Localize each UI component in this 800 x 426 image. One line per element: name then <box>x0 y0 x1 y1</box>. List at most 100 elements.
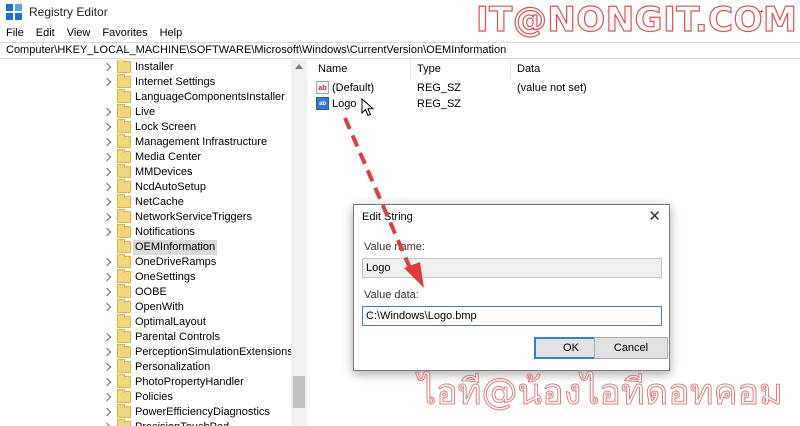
tree-item[interactable]: OOBE <box>0 284 290 300</box>
chevron-right-icon[interactable] <box>102 167 112 177</box>
tree-item[interactable]: NetCache <box>0 194 290 210</box>
value-name-label: Value name: <box>364 241 425 253</box>
chevron-right-icon[interactable] <box>102 257 112 267</box>
tree-item[interactable]: PerceptionSimulationExtensions <box>0 344 293 360</box>
chevron-right-icon[interactable] <box>102 107 112 117</box>
tree-item-label: Media Center <box>135 151 202 163</box>
menu-edit[interactable]: Edit <box>36 27 55 39</box>
tree-item[interactable]: Notifications <box>0 224 290 240</box>
watermark-bottom: ไอที@น้องไอทีดอทคอม <box>418 372 784 414</box>
tree-item[interactable]: Lock Screen <box>0 119 290 135</box>
folder-icon <box>117 314 131 328</box>
folder-icon <box>117 194 131 208</box>
column-divider[interactable] <box>510 60 511 79</box>
tree-item-label: Management Infrastructure <box>135 136 268 148</box>
folder-icon <box>117 224 131 238</box>
value-type: REG_SZ <box>417 98 462 110</box>
edit-string-dialog: Edit String ✕ Value name: Logo Value dat… <box>353 204 670 371</box>
value-row[interactable]: ab (Default) REG_SZ (value not set) <box>310 80 800 96</box>
chevron-right-icon[interactable] <box>102 347 112 357</box>
string-value-icon: ab <box>316 97 329 110</box>
tree-item[interactable]: OpenWith <box>0 299 290 315</box>
tree-item[interactable]: Media Center <box>0 149 290 165</box>
chevron-right-icon[interactable] <box>102 122 112 132</box>
menu-file[interactable]: File <box>6 27 24 39</box>
chevron-right-icon[interactable] <box>102 362 112 372</box>
tree-item[interactable]: PhotoPropertyHandler <box>0 374 290 390</box>
column-data[interactable]: Data <box>517 63 540 75</box>
chevron-right-icon[interactable] <box>102 62 112 72</box>
chevron-right-icon[interactable] <box>102 182 112 192</box>
tree-item-label: OpenWith <box>135 301 184 313</box>
folder-icon <box>117 209 131 223</box>
folder-icon <box>117 269 131 283</box>
menu-help[interactable]: Help <box>160 27 183 39</box>
tree-item[interactable]: Personalization <box>0 359 290 375</box>
folder-icon <box>117 284 131 298</box>
chevron-right-icon[interactable] <box>102 302 112 312</box>
column-divider[interactable] <box>410 60 411 79</box>
tree-item[interactable]: OptimalLayout <box>0 314 290 330</box>
chevron-right-icon[interactable] <box>102 407 112 417</box>
chevron-right-icon[interactable] <box>102 137 112 147</box>
tree-item[interactable]: Policies <box>0 389 290 405</box>
menu-view[interactable]: View <box>67 27 91 39</box>
scroll-up-icon[interactable] <box>295 64 303 69</box>
tree-item-label: NcdAutoSetup <box>135 181 206 193</box>
chevron-right-icon[interactable] <box>102 332 112 342</box>
registry-tree: Installer Internet Settings LanguageCompon… <box>0 60 307 426</box>
tree-item-label: Lock Screen <box>135 121 197 133</box>
tree-item[interactable]: OEMInformation <box>0 239 290 255</box>
tree-item-label: PowerEfficiencyDiagnostics <box>135 406 270 418</box>
tree-item-label: OneDriveRamps <box>135 256 217 268</box>
value-data: (value not set) <box>517 82 587 94</box>
chevron-right-icon[interactable] <box>102 77 112 87</box>
tree-item[interactable]: NcdAutoSetup <box>0 179 290 195</box>
address-bar[interactable]: Computer\HKEY_LOCAL_MACHINE\SOFTWARE\Mic… <box>0 42 800 59</box>
tree-item[interactable]: MMDevices <box>0 164 290 180</box>
value-data-field[interactable]: C:\Windows\Logo.bmp <box>362 306 662 326</box>
tree-item[interactable]: OneDriveRamps <box>0 254 290 270</box>
tree-item[interactable]: Internet Settings <box>0 74 290 90</box>
column-type[interactable]: Type <box>417 63 441 75</box>
chevron-right-icon[interactable] <box>102 272 112 282</box>
chevron-right-icon[interactable] <box>102 227 112 237</box>
folder-icon <box>117 374 131 388</box>
folder-icon <box>117 60 131 73</box>
chevron-right-icon[interactable] <box>102 212 112 222</box>
tree-item-label: PrecisionTouchPad <box>133 420 231 426</box>
window-title: Registry Editor <box>29 5 108 19</box>
chevron-right-icon[interactable] <box>102 287 112 297</box>
tree-item[interactable]: PrecisionTouchPad <box>0 419 290 426</box>
folder-icon <box>117 119 131 133</box>
tree-item[interactable]: Installer <box>0 60 290 75</box>
mouse-cursor-icon <box>361 98 375 117</box>
tree-item-label: OptimalLayout <box>135 316 206 328</box>
folder-icon <box>117 89 131 103</box>
chevron-right-icon[interactable] <box>102 197 112 207</box>
tree-scrollbar[interactable] <box>291 60 307 426</box>
tree-item-label: Internet Settings <box>135 76 216 88</box>
folder-icon <box>117 329 131 343</box>
chevron-right-icon[interactable] <box>102 392 112 402</box>
scroll-thumb[interactable] <box>293 376 305 408</box>
close-icon[interactable]: ✕ <box>648 207 661 225</box>
tree-item[interactable]: LanguageComponentsInstaller <box>0 89 290 105</box>
folder-icon <box>117 74 131 88</box>
tree-item[interactable]: Management Infrastructure <box>0 134 290 150</box>
folder-icon <box>117 164 131 178</box>
folder-icon <box>117 404 131 418</box>
tree-item[interactable]: PowerEfficiencyDiagnostics <box>0 404 290 420</box>
folder-icon <box>117 359 131 373</box>
cancel-button[interactable]: Cancel <box>594 337 668 359</box>
column-name[interactable]: Name <box>318 63 347 75</box>
chevron-right-icon[interactable] <box>102 152 112 162</box>
tree-item-label: OEMInformation <box>133 240 218 255</box>
chevron-right-icon[interactable] <box>102 377 112 387</box>
menu-favorites[interactable]: Favorites <box>102 27 147 39</box>
value-row[interactable]: ab Logo REG_SZ <box>310 96 800 112</box>
tree-item[interactable]: NetworkServiceTriggers <box>0 209 290 225</box>
tree-item[interactable]: Live <box>0 104 290 120</box>
tree-item[interactable]: OneSettings <box>0 269 290 285</box>
tree-item[interactable]: Parental Controls <box>0 329 290 345</box>
